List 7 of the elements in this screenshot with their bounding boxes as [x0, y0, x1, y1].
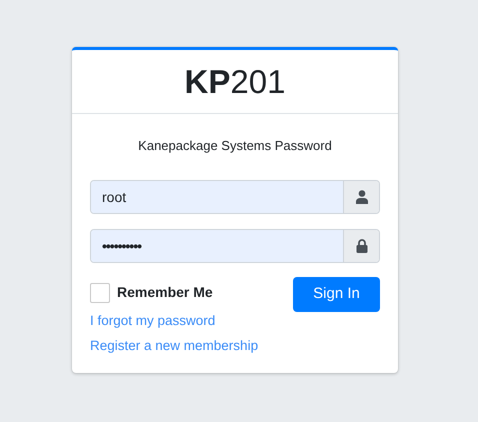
remember-checkbox[interactable]	[90, 282, 110, 302]
remember-label: Remember Me	[117, 283, 213, 302]
register-link[interactable]: Register a new membership	[90, 336, 258, 355]
subtitle: Kanepackage Systems Password	[138, 138, 332, 153]
logo-title: KP201	[184, 65, 286, 98]
sign-in-button[interactable]: Sign In	[293, 277, 380, 312]
forgot-password-link[interactable]: I forgot my password	[90, 311, 216, 330]
